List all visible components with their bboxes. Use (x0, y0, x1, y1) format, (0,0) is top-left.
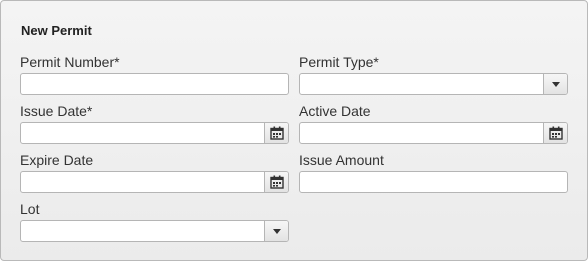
issue-amount-field: Issue Amount (299, 152, 568, 193)
permit-type-dropdown-button[interactable] (543, 74, 567, 94)
issue-amount-label: Issue Amount (299, 152, 384, 168)
lot-select[interactable] (20, 220, 289, 242)
issue-amount-input-box (299, 171, 568, 193)
permit-number-field: Permit Number* (20, 54, 289, 95)
calendar-icon (269, 175, 284, 189)
lot-label: Lot (20, 201, 40, 217)
active-date-label: Active Date (299, 103, 371, 119)
lot-field: Lot (20, 201, 289, 242)
new-permit-panel: New Permit Permit Number* Permit Type* I… (0, 0, 588, 261)
permit-number-input[interactable] (21, 74, 288, 94)
expire-date-label: Expire Date (20, 152, 94, 168)
permit-type-select[interactable] (299, 73, 568, 95)
issue-date-input[interactable] (21, 123, 264, 143)
panel-title: New Permit (21, 23, 92, 38)
active-date-field: Active Date (299, 103, 568, 144)
issue-amount-input[interactable] (300, 172, 567, 192)
permit-number-input-box (20, 73, 289, 95)
active-date-input-box (299, 122, 568, 144)
expire-date-input[interactable] (21, 172, 264, 192)
issue-date-input-box (20, 122, 289, 144)
issue-date-field: Issue Date* (20, 103, 289, 144)
calendar-icon (548, 126, 563, 140)
permit-number-label: Permit Number* (20, 54, 120, 70)
expire-date-field: Expire Date (20, 152, 289, 193)
expire-date-input-box (20, 171, 289, 193)
issue-date-picker-button[interactable] (264, 123, 288, 143)
lot-dropdown-button[interactable] (264, 221, 288, 241)
permit-type-field: Permit Type* (299, 54, 568, 95)
active-date-input[interactable] (300, 123, 543, 143)
chevron-down-icon (272, 228, 281, 234)
calendar-icon (269, 126, 284, 140)
active-date-picker-button[interactable] (543, 123, 567, 143)
issue-date-label: Issue Date* (20, 103, 93, 119)
permit-type-label: Permit Type* (299, 54, 379, 70)
expire-date-picker-button[interactable] (264, 172, 288, 192)
chevron-down-icon (551, 81, 560, 87)
